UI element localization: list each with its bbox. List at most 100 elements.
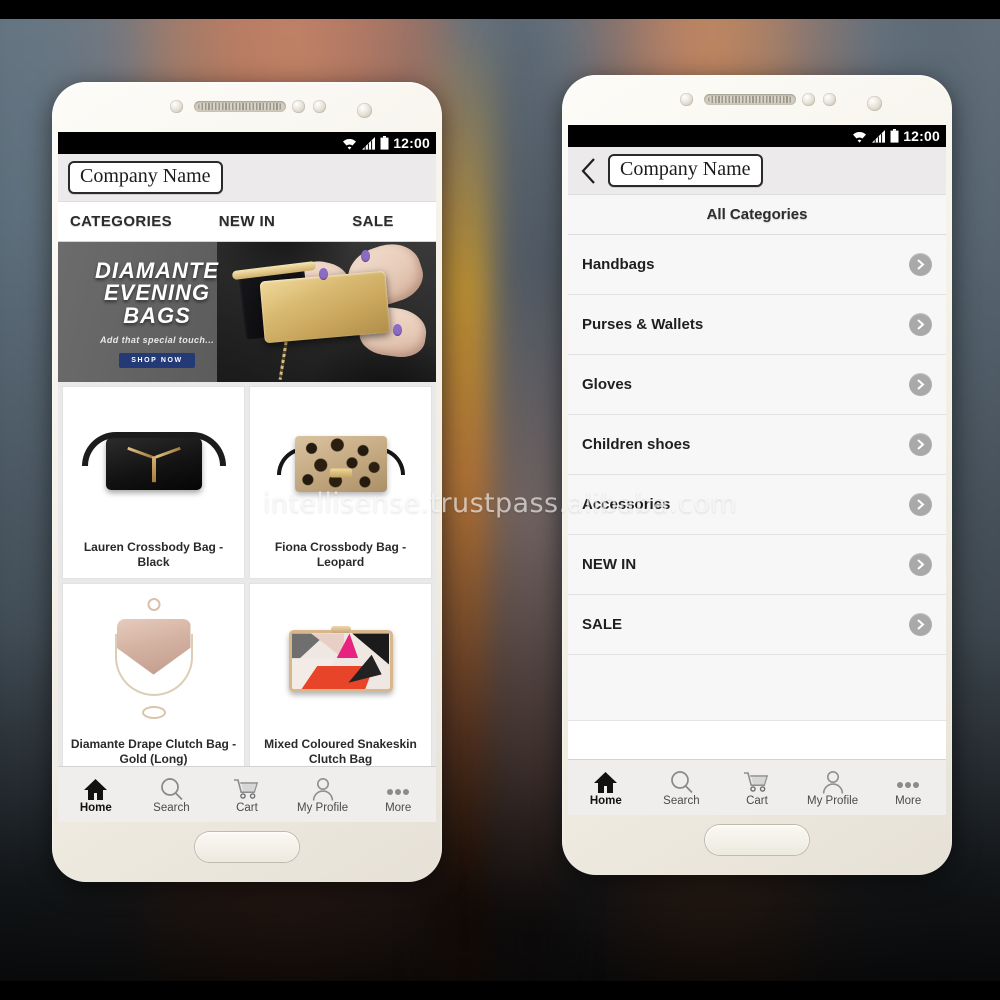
back-chevron-icon[interactable] — [578, 156, 600, 186]
category-row-accessories[interactable]: Accessories — [568, 475, 946, 535]
category-row-children-shoes[interactable]: Children shoes — [568, 415, 946, 475]
hero-headline-line1: DIAMANTE — [94, 258, 220, 283]
proximity-sensor-icon — [680, 93, 693, 106]
category-label: Gloves — [582, 376, 633, 393]
hero-copy: DIAMANTE EVENING BAGS Add that special t… — [72, 258, 242, 369]
background-band-slate — [496, 18, 568, 982]
light-sensor-icon — [802, 93, 815, 106]
product-image-mixed-snakeskin-clutch — [250, 584, 431, 733]
product-title: Lauren Crossbody Bag - Black — [83, 540, 224, 569]
category-row-purses-wallets[interactable]: Purses & Wallets — [568, 295, 946, 355]
wifi-icon — [853, 131, 867, 143]
tab-more[interactable]: More — [360, 775, 436, 814]
hero-subtitle: Add that special touch... — [99, 335, 214, 346]
home-icon — [593, 768, 618, 794]
led-indicator-icon — [823, 93, 836, 106]
person-icon — [821, 768, 845, 794]
tab-label: My Profile — [297, 802, 349, 814]
tab-cart[interactable]: Cart — [719, 768, 795, 807]
wifi-icon — [343, 138, 357, 150]
phone-device-right: 12:00 Company Name All Categories Handba… — [562, 75, 952, 875]
nail-polish-dot — [319, 268, 328, 280]
more-dots-icon — [384, 775, 412, 801]
product-card[interactable]: Diamante Drape Clutch Bag - Gold (Long) — [62, 583, 245, 776]
product-image-fiona-crossbody — [250, 387, 431, 536]
signal-bars-icon — [362, 136, 376, 150]
hero-headline-line3: BAGS — [123, 302, 191, 328]
nail-polish-dot — [393, 324, 402, 336]
battery-icon — [380, 136, 389, 150]
bag-artwork — [81, 432, 226, 491]
company-name-right[interactable]: Company Name — [608, 154, 763, 187]
letterbox-top — [0, 0, 1000, 19]
title-bar-left: Company Name — [58, 154, 436, 202]
tab-my-profile[interactable]: My Profile — [285, 775, 361, 814]
tab-label: Search — [153, 802, 190, 814]
tab-new-in[interactable]: NEW IN — [184, 213, 310, 230]
tab-home[interactable]: Home — [58, 775, 134, 814]
tab-search[interactable]: Search — [644, 768, 720, 807]
tab-cart[interactable]: Cart — [209, 775, 285, 814]
tab-my-profile[interactable]: My Profile — [795, 768, 871, 807]
battery-icon — [890, 129, 899, 143]
tab-categories[interactable]: CATEGORIES — [58, 213, 184, 230]
chevron-right-icon[interactable] — [909, 613, 932, 636]
phone-device-left: 12:00 Company Name CATEGORIES NEW IN SAL… — [52, 82, 442, 882]
tab-label: Search — [663, 795, 700, 807]
hardware-home-button[interactable] — [705, 825, 809, 855]
bag-hardware — [151, 456, 156, 483]
tab-label: More — [385, 802, 412, 814]
led-indicator-icon — [313, 100, 326, 113]
cart-icon — [233, 775, 260, 801]
company-name-left[interactable]: Company Name — [68, 161, 223, 194]
status-bar-clock: 12:00 — [393, 135, 430, 151]
product-card[interactable]: Mixed Coloured Snakeskin Clutch Bag — [249, 583, 432, 776]
hero-banner[interactable]: DIAMANTE EVENING BAGS Add that special t… — [58, 242, 436, 382]
hero-clutch-gold — [259, 270, 391, 344]
tab-label: My Profile — [807, 795, 859, 807]
chevron-right-icon[interactable] — [909, 493, 932, 516]
letterbox-bottom — [0, 981, 1000, 1000]
bag-chain — [114, 634, 193, 696]
chevron-right-icon[interactable] — [909, 433, 932, 456]
bag-ring — [147, 598, 160, 611]
title-bar-right: Company Name — [568, 147, 946, 195]
category-row-handbags[interactable]: Handbags — [568, 235, 946, 295]
category-label: Purses & Wallets — [582, 316, 704, 333]
search-icon — [669, 768, 694, 794]
tab-home[interactable]: Home — [568, 768, 644, 807]
bag-artwork — [294, 436, 387, 493]
bag-hardware — [329, 468, 352, 478]
chevron-right-icon[interactable] — [909, 373, 932, 396]
tab-more[interactable]: More — [870, 768, 946, 807]
tab-sale[interactable]: SALE — [310, 213, 436, 230]
list-empty-filler — [568, 655, 946, 721]
bottom-tab-bar-left: Home Search Cart My Profile More — [58, 766, 436, 822]
bottom-tab-bar-right: Home Search Cart My Profile More — [568, 759, 946, 815]
category-row-gloves[interactable]: Gloves — [568, 355, 946, 415]
category-row-sale[interactable]: SALE — [568, 595, 946, 655]
signal-bars-icon — [872, 129, 886, 143]
chevron-right-icon[interactable] — [909, 553, 932, 576]
tab-label: Cart — [236, 802, 258, 814]
bag-chain-coil — [141, 706, 166, 719]
hardware-home-button[interactable] — [195, 832, 299, 862]
home-icon — [83, 775, 108, 801]
category-label: NEW IN — [582, 556, 637, 573]
tab-search[interactable]: Search — [134, 775, 210, 814]
screen-right: 12:00 Company Name All Categories Handba… — [568, 125, 946, 815]
category-label: Accessories — [582, 496, 671, 513]
product-card[interactable]: Lauren Crossbody Bag - Black — [62, 386, 245, 579]
chevron-right-icon[interactable] — [909, 253, 932, 276]
product-image-lauren-crossbody — [63, 387, 244, 536]
category-row-new-in[interactable]: NEW IN — [568, 535, 946, 595]
shop-now-button[interactable]: SHOP NOW — [119, 353, 195, 369]
earpiece-speaker — [194, 101, 286, 112]
status-bar-clock: 12:00 — [903, 128, 940, 144]
category-label: SALE — [582, 616, 623, 633]
proximity-sensor-icon — [170, 100, 183, 113]
hero-headline-line2: EVENING — [103, 280, 211, 306]
chevron-right-icon[interactable] — [909, 313, 932, 336]
product-card[interactable]: Fiona Crossbody Bag - Leopard — [249, 386, 432, 579]
front-camera-icon — [357, 103, 372, 118]
